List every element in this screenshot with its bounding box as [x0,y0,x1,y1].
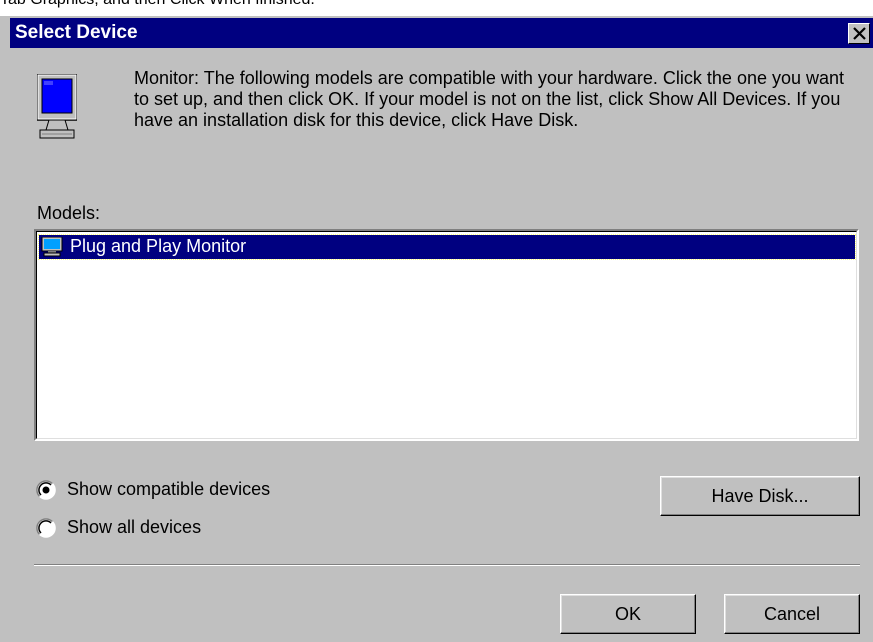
close-icon [853,27,866,40]
background-text: Tab Graphics, and then Click When finish… [0,0,315,9]
have-disk-button[interactable]: Have Disk... [660,476,860,516]
list-item-plug-and-play-monitor[interactable]: Plug and Play Monitor [38,234,856,260]
radio-label-show-compatible: Show compatible devices [67,479,271,499]
cancel-button[interactable]: Cancel [724,594,860,634]
close-button[interactable] [848,23,870,44]
radio-show-compatible[interactable]: Show compatible devices [36,478,336,502]
dialog-title: Select Device [15,22,138,43]
models-label: Models: [37,203,101,223]
radio-label-show-all: Show all devices [67,517,202,537]
radio-show-all[interactable]: Show all devices [36,516,336,540]
models-listbox[interactable]: Plug and Play Monitor [34,229,859,441]
ok-button[interactable]: OK [560,594,696,634]
instructions-text: Monitor: The following models are compat… [134,68,845,130]
cancel-label: Cancel [763,604,821,624]
radio-unselected-icon [36,518,56,538]
title-bar[interactable]: Select Device [10,18,873,48]
ok-label: OK [614,604,641,624]
radio-selected-icon [36,480,56,500]
background-window-text: Tab Graphics, and then Click When finish… [0,0,873,16]
dialog-body: Monitor: The following models are compat… [10,48,873,642]
select-device-dialog: Select Device Monitor: The following mod… [0,16,873,642]
monitor-icon [37,74,77,139]
list-item-label: Plug and Play Monitor [70,236,247,256]
monitor-icon [41,237,63,257]
have-disk-label: Have Disk... [711,486,809,506]
separator [34,564,860,566]
